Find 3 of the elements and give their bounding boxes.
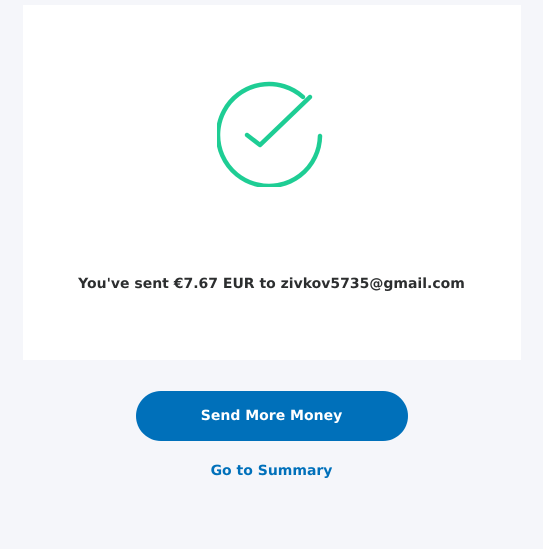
confirmation-message: You've sent €7.67 EUR to zivkov5735@gmail.com [78, 276, 465, 292]
send-more-money-button[interactable]: Send More Money [136, 391, 408, 441]
summary-link[interactable]: Go to Summary [210, 463, 332, 479]
